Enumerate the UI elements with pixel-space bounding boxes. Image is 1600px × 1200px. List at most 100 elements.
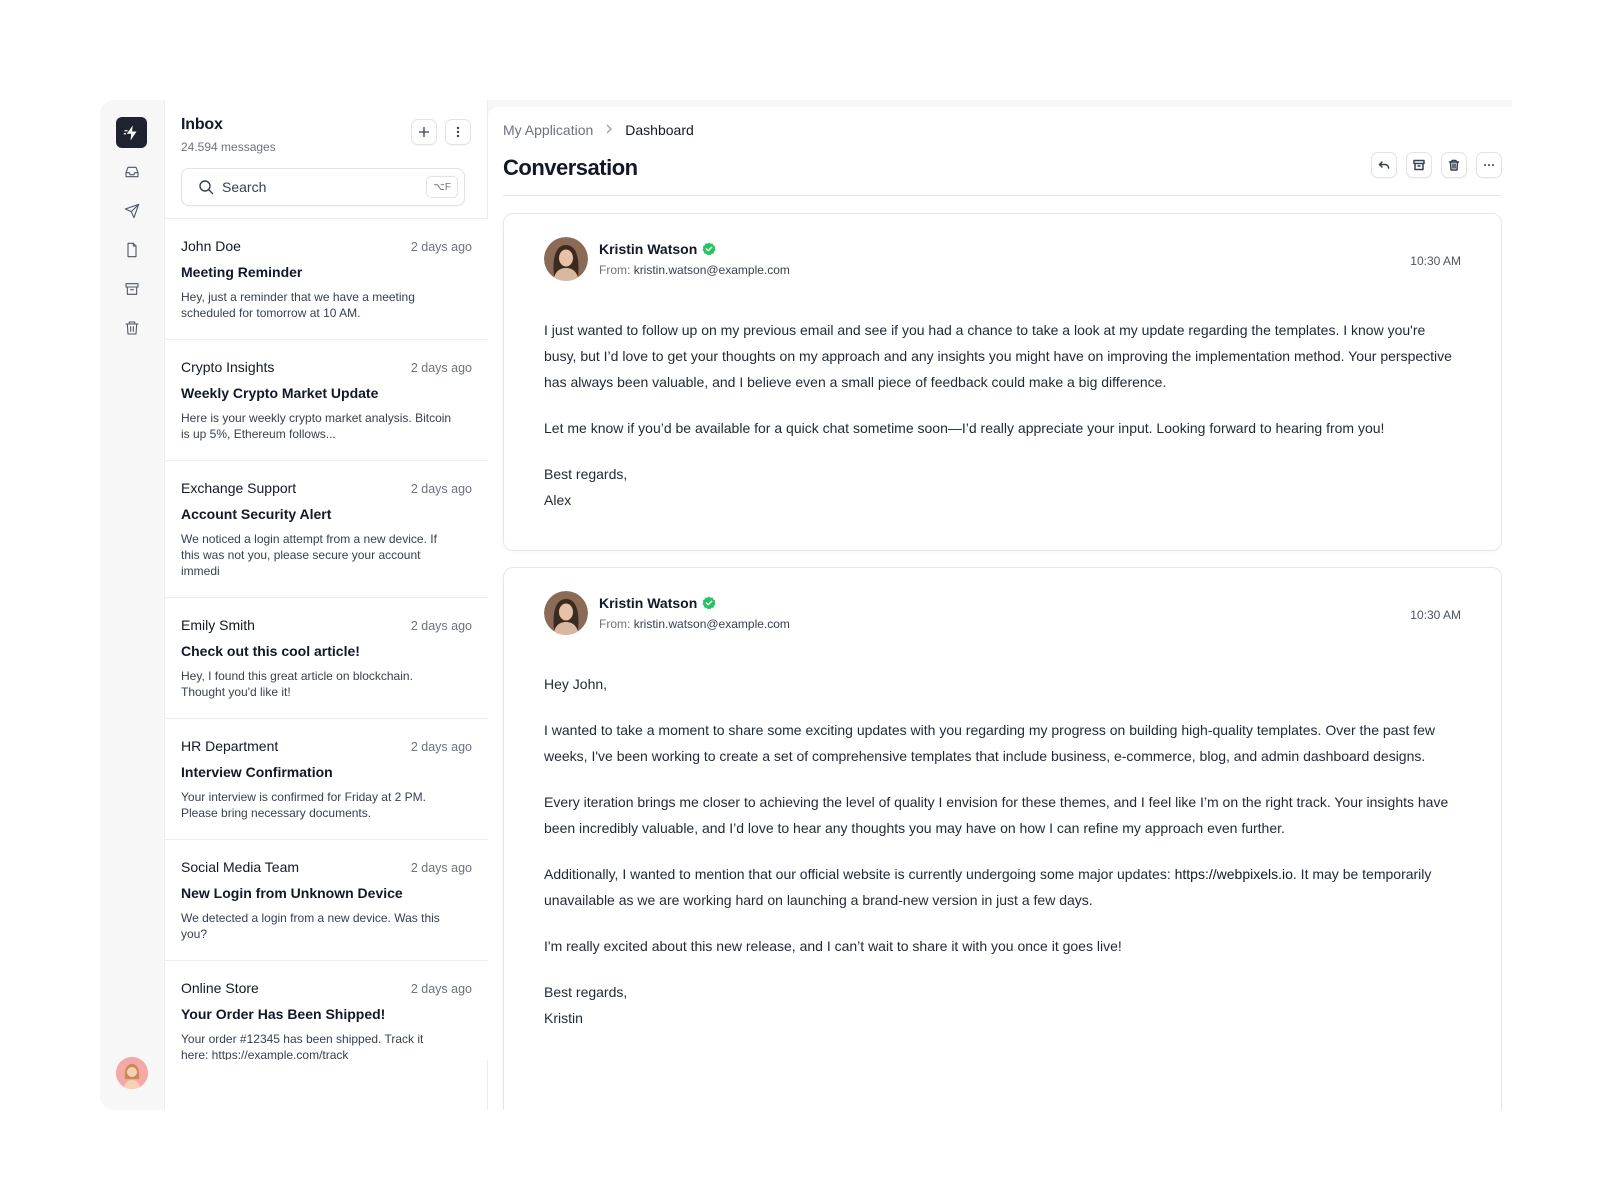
more-horizontal-icon [1484, 164, 1494, 166]
message-closing: Best regards, [544, 984, 628, 1000]
sender-name: Kristin Watson [599, 241, 698, 257]
item-time: 2 days ago [410, 861, 472, 875]
from-label: From: [599, 617, 631, 631]
message-paragraph: I'm really excited about this new releas… [544, 938, 1122, 954]
file-icon [127, 242, 137, 258]
rail-sent-button[interactable] [120, 199, 144, 223]
sender-email-row: From: kristin.watson@example.com [599, 617, 790, 631]
sender-email: kristin.watson@example.com [633, 617, 790, 631]
item-preview: Your order #12345 has been shipped. Trac… [181, 1032, 424, 1060]
rail-drafts-button[interactable] [120, 238, 144, 262]
search-icon [199, 180, 214, 195]
trash-icon [125, 321, 139, 335]
item-subject: Meeting Reminder [181, 264, 303, 280]
new-message-button[interactable] [411, 119, 437, 145]
page-title: Conversation [503, 155, 638, 180]
message-body: I just wanted to follow up on my previou… [544, 317, 1461, 513]
archive-button[interactable] [1406, 152, 1432, 178]
message-paragraph: Additionally, I wanted to mention that o… [544, 861, 1461, 913]
send-icon [124, 203, 140, 219]
delete-button[interactable] [1441, 152, 1467, 178]
item-preview: We detected a login from a new device. W… [181, 911, 440, 941]
user-avatar-image [116, 1057, 148, 1089]
list-item[interactable]: Online Store 2 days ago Your Order Has Be… [165, 961, 488, 1060]
reply-button[interactable] [1371, 152, 1397, 178]
list-item[interactable]: Exchange Support 2 days ago Account Secur… [165, 461, 488, 598]
item-time: 2 days ago [410, 240, 472, 254]
rail-archive-button[interactable] [120, 277, 144, 301]
archive-icon [1413, 159, 1425, 171]
message-list: John Doe 2 days ago Meeting Reminder Hey,… [165, 218, 488, 1060]
item-subject: New Login from Unknown Device [181, 885, 403, 901]
item-preview: We noticed a login attempt from a new de… [181, 532, 437, 578]
item-time: 2 days ago [410, 982, 472, 996]
message-time: 10:30 AM [1410, 254, 1461, 268]
item-time: 2 days ago [410, 740, 472, 754]
more-vertical-icon [456, 126, 460, 138]
item-time: 2 days ago [410, 482, 472, 496]
message-closing: Best regards, [544, 466, 628, 482]
more-actions-button[interactable] [1476, 152, 1502, 178]
item-preview: Your interview is confirmed for Friday a… [181, 790, 426, 820]
item-preview: Hey, I found this great article on block… [181, 669, 413, 699]
plus-icon [419, 127, 429, 137]
message-signature: Alex [544, 492, 572, 508]
breadcrumb: My Application Dashboard [503, 122, 694, 138]
list-item[interactable]: Social Media Team 2 days ago New Login fr… [165, 840, 488, 961]
inbox-panel: Inbox 24.594 messages ⌥F John Doe 2 days … [164, 100, 488, 1110]
sender-email-row: From: kristin.watson@example.com [599, 263, 790, 277]
sender-email: kristin.watson@example.com [633, 263, 790, 277]
list-item[interactable]: John Doe 2 days ago Meeting Reminder Hey,… [165, 219, 488, 340]
inbox-menu-button[interactable] [445, 119, 471, 145]
rail-inbox-button[interactable] [120, 160, 144, 184]
message-header: Kristin Watson From: kristin.watson@exam… [544, 237, 1461, 281]
bolt-icon [123, 125, 136, 140]
title-divider [503, 195, 1502, 196]
verified-icon [702, 596, 716, 610]
sender-name: Kristin Watson [599, 595, 698, 611]
breadcrumb-parent[interactable]: My Application [503, 122, 593, 138]
search-shortcut-badge: ⌥F [426, 176, 458, 198]
search-box[interactable]: ⌥F [181, 168, 465, 206]
item-time: 2 days ago [410, 361, 472, 375]
rail-trash-button[interactable] [120, 316, 144, 340]
item-sender: Crypto Insights [181, 359, 275, 375]
item-sender: Exchange Support [181, 480, 297, 496]
message-greeting: Hey John, [544, 676, 608, 692]
conversation-toolbar [1371, 152, 1502, 178]
message-paragraph: I wanted to take a moment to share some … [544, 722, 1436, 764]
message-time: 10:30 AM [1410, 608, 1461, 622]
app-window: Inbox 24.594 messages ⌥F John Doe 2 days … [100, 100, 1512, 1110]
message-card: Kristin Watson From: kristin.watson@exam… [503, 213, 1502, 551]
message-body: Hey John, I wanted to take a moment to s… [544, 671, 1461, 1031]
inbox-header: Inbox 24.594 messages ⌥F [181, 116, 471, 226]
paragraph-text: Additionally, I wanted to mention that o… [544, 866, 1175, 882]
item-sender: Online Store [181, 980, 259, 996]
search-input[interactable] [222, 179, 422, 195]
sender-avatar [544, 591, 588, 635]
sender-name-row: Kristin Watson [599, 595, 716, 611]
conversation-panel: My Application Dashboard Conversation Kr… [488, 107, 1512, 1110]
message-signature: Kristin [544, 1010, 583, 1026]
item-sender: Social Media Team [181, 859, 300, 875]
app-logo[interactable] [116, 117, 147, 148]
item-sender: HR Department [181, 738, 279, 754]
trash-icon [1448, 159, 1460, 171]
inbox-icon [125, 166, 139, 178]
chevron-right-icon [605, 123, 613, 137]
item-subject: Account Security Alert [181, 506, 332, 522]
list-item[interactable]: Emily Smith 2 days ago Check out this coo… [165, 598, 488, 719]
icon-rail [100, 100, 164, 1110]
list-item[interactable]: Crypto Insights 2 days ago Weekly Crypto … [165, 340, 488, 461]
reply-icon [1378, 161, 1390, 169]
message-paragraph: Let me know if you’d be available for a … [544, 420, 1385, 436]
user-avatar[interactable] [116, 1057, 148, 1089]
message-paragraph: Every iteration brings me closer to achi… [544, 794, 1449, 836]
list-item[interactable]: HR Department 2 days ago Interview Confir… [165, 719, 488, 840]
verified-icon [702, 242, 716, 256]
sender-avatar [544, 237, 588, 281]
message-paragraph: I just wanted to follow up on my previou… [544, 322, 1452, 390]
item-subject: Your Order Has Been Shipped! [181, 1006, 386, 1022]
website-link[interactable]: https://webpixels.io [1175, 866, 1293, 882]
item-sender: John Doe [181, 238, 241, 254]
